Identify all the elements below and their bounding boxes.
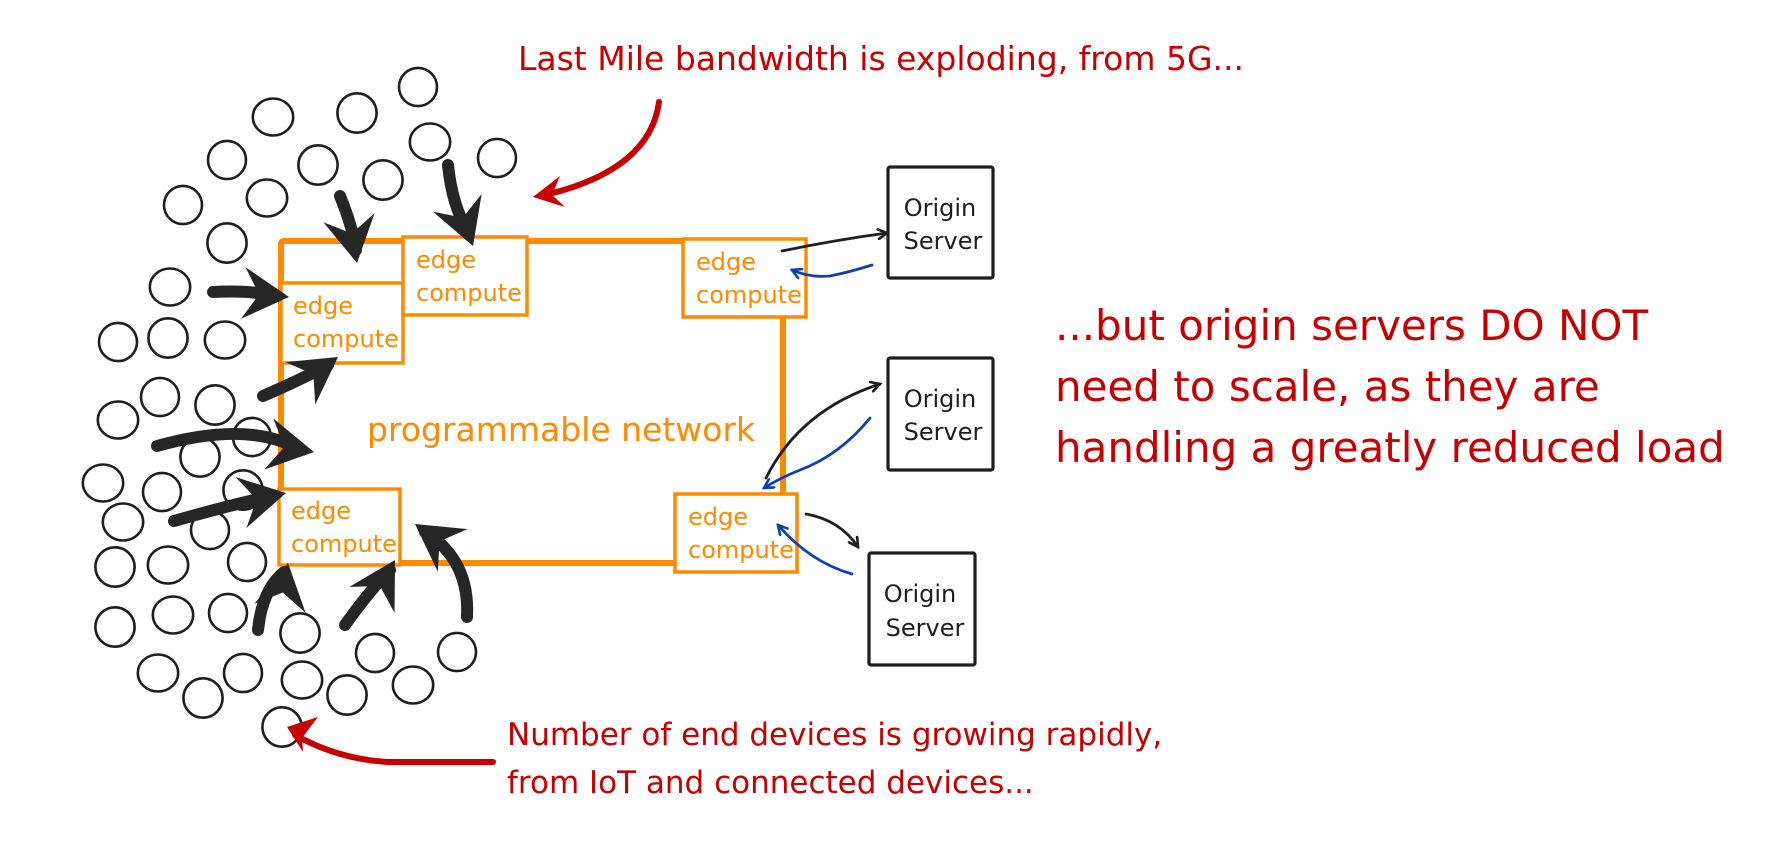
end-device-icon	[162, 184, 204, 226]
edge-node-label-line1: edge	[416, 246, 476, 274]
origin-server-label-line1: Origin	[904, 385, 977, 413]
edge-node-label-line2: compute	[293, 325, 399, 353]
bottom-annotation: Number of end devices is growing rapidly…	[507, 717, 1162, 801]
edge-computing-diagram: programmable network edge compute edge c…	[81, 39, 1725, 801]
edge-node-label-line1: edge	[696, 248, 756, 276]
end-device-icon	[147, 316, 189, 359]
edge-node-label-line1: edge	[688, 503, 748, 531]
origin-server-label-line1: Origin	[884, 580, 957, 608]
edge-node-label-line2: compute	[416, 279, 522, 307]
end-device-icon	[279, 611, 321, 654]
end-device-icon	[96, 400, 140, 440]
right-annotation-line: handling a greatly reduced load	[1055, 423, 1725, 472]
right-annotation-line: ...but origin servers DO NOT	[1055, 301, 1648, 350]
end-device-icon	[146, 545, 190, 585]
origin-server-label-line2: Server	[904, 227, 983, 255]
end-device-icon	[354, 632, 396, 674]
bottom-annotation-line: Number of end devices is growing rapidly…	[507, 717, 1162, 753]
edge-node-label-line2: compute	[688, 536, 794, 564]
edge-node-label-line1: edge	[293, 292, 353, 320]
end-device-icon	[141, 471, 183, 513]
edge-node-label-line1: edge	[291, 497, 351, 525]
end-device-icon	[97, 321, 139, 363]
end-device-icon	[397, 66, 439, 108]
end-device-icon	[81, 463, 125, 503]
bottom-annotation-line: from IoT and connected devices...	[507, 765, 1034, 801]
end-device-icon	[151, 595, 195, 635]
end-device-icon	[226, 541, 268, 583]
end-device-icon	[336, 92, 378, 135]
top-annotation: Last Mile bandwidth is exploding, from 5…	[518, 39, 1244, 78]
edge-node: edge compute	[401, 235, 529, 317]
end-device-icon	[326, 673, 368, 716]
end-device-icon	[391, 665, 435, 705]
end-device-icon	[194, 383, 236, 426]
end-device-icon	[203, 320, 247, 360]
edge-node: edge compute	[279, 281, 405, 365]
end-device-icon	[222, 652, 264, 694]
end-device-icon	[362, 159, 404, 202]
end-device-icon	[207, 592, 249, 634]
origin-server-label-line1: Origin	[904, 194, 977, 222]
end-device-icon	[297, 144, 339, 187]
origin-server-label-line2: Server	[904, 418, 983, 446]
end-device-icon	[206, 139, 248, 181]
device-traffic-arrow	[168, 477, 286, 528]
edge-node-label-line2: compute	[696, 281, 802, 309]
end-device-icon	[94, 605, 136, 648]
end-device-icon	[476, 137, 518, 179]
end-device-icon	[436, 631, 478, 673]
end-device-icon	[280, 660, 324, 700]
origin-server-label-line2: Server	[886, 614, 965, 642]
edge-node: edge compute	[673, 492, 799, 574]
request-arrow	[804, 512, 858, 547]
end-device-icon	[94, 545, 136, 588]
top-annotation-arrow	[533, 99, 662, 207]
origin-server: Origin Server	[886, 356, 995, 472]
right-annotation: ...but origin servers DO NOT need to sca…	[1055, 301, 1725, 472]
end-device-icon	[139, 376, 181, 418]
origin-server: Origin Server	[867, 551, 977, 667]
origin-server: Origin Server	[886, 165, 995, 280]
end-device-icon	[148, 267, 192, 307]
end-device-icon	[101, 502, 145, 542]
end-device-icon	[206, 222, 248, 265]
device-traffic-arrow	[415, 524, 474, 623]
network-label: programmable network	[367, 410, 756, 449]
device-traffic-arrow	[323, 190, 375, 263]
end-device-icon	[251, 97, 295, 137]
end-device-icon	[136, 653, 180, 693]
edge-node: edge compute	[277, 487, 402, 567]
end-device-icon	[408, 122, 452, 162]
end-device-icon	[245, 178, 289, 218]
end-device-icon	[182, 676, 224, 719]
bottom-annotation-arrow	[287, 717, 496, 765]
edge-node-label-line2: compute	[291, 530, 397, 558]
right-annotation-line: need to scale, as they are	[1055, 362, 1600, 411]
